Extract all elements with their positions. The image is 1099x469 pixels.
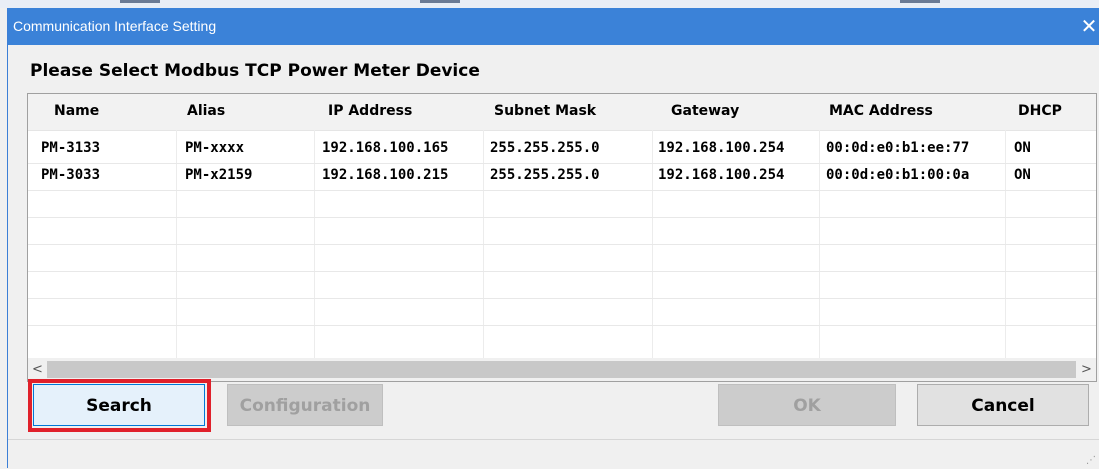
configuration-button[interactable]: Configuration bbox=[227, 384, 383, 426]
table-header: Name Alias IP Address Subnet Mask Gatewa… bbox=[28, 94, 1096, 131]
empty-row bbox=[28, 244, 1096, 272]
column-header-mac-address[interactable]: MAC Address bbox=[829, 103, 933, 119]
background-mark bbox=[900, 0, 940, 3]
column-header-alias[interactable]: Alias bbox=[187, 103, 225, 119]
scroll-thumb[interactable] bbox=[47, 361, 1076, 378]
cell-subnet-mask: 255.255.255.0 bbox=[490, 140, 600, 156]
close-icon[interactable]: ✕ bbox=[1078, 8, 1099, 45]
cell-alias: PM-x2159 bbox=[185, 167, 253, 183]
cell-alias: PM-xxxx bbox=[185, 140, 245, 156]
cell-mac-address: 00:0d:e0:b1:00:0a bbox=[826, 167, 970, 183]
background-window-strip bbox=[0, 0, 1099, 8]
cell-gateway: 192.168.100.254 bbox=[658, 140, 785, 156]
resize-grip-icon[interactable]: ⋰ bbox=[1086, 455, 1096, 466]
empty-row bbox=[28, 271, 1096, 299]
background-mark bbox=[120, 0, 160, 3]
empty-row bbox=[28, 217, 1096, 245]
cell-dhcp: ON bbox=[1014, 167, 1031, 183]
table-row[interactable]: PM-3033 PM-x2159 192.168.100.215 255.255… bbox=[28, 163, 1096, 191]
cell-mac-address: 00:0d:e0:b1:ee:77 bbox=[826, 140, 970, 156]
status-bar: ⋰ bbox=[8, 439, 1099, 469]
column-header-subnet-mask[interactable]: Subnet Mask bbox=[494, 103, 596, 119]
search-highlight-box bbox=[28, 379, 211, 432]
cell-dhcp: ON bbox=[1014, 140, 1031, 156]
cell-name: PM-3133 bbox=[41, 140, 101, 156]
cell-ip-address: 192.168.100.215 bbox=[322, 167, 449, 183]
cancel-button[interactable]: Cancel bbox=[917, 384, 1089, 426]
column-header-ip-address[interactable]: IP Address bbox=[328, 103, 412, 119]
window-title: Communication Interface Setting bbox=[13, 18, 217, 34]
ok-button[interactable]: OK bbox=[718, 384, 896, 426]
table-row[interactable]: PM-3133 PM-xxxx 192.168.100.165 255.255.… bbox=[28, 136, 1096, 164]
device-table[interactable]: Name Alias IP Address Subnet Mask Gatewa… bbox=[27, 93, 1097, 382]
column-header-gateway[interactable]: Gateway bbox=[671, 103, 739, 119]
column-header-dhcp[interactable]: DHCP bbox=[1018, 103, 1062, 119]
cell-gateway: 192.168.100.254 bbox=[658, 167, 785, 183]
column-header-name[interactable]: Name bbox=[54, 103, 99, 119]
scroll-left-icon[interactable]: < bbox=[29, 360, 46, 379]
dialog-window: Communication Interface Setting ✕ Please… bbox=[7, 8, 1099, 469]
empty-row bbox=[28, 298, 1096, 326]
empty-row bbox=[28, 190, 1096, 218]
cell-subnet-mask: 255.255.255.0 bbox=[490, 167, 600, 183]
background-mark bbox=[420, 0, 460, 3]
cell-ip-address: 192.168.100.165 bbox=[322, 140, 449, 156]
horizontal-scrollbar[interactable]: < > bbox=[28, 358, 1096, 381]
device-list-heading: Please Select Modbus TCP Power Meter Dev… bbox=[30, 61, 480, 81]
cell-name: PM-3033 bbox=[41, 167, 101, 183]
title-bar[interactable]: Communication Interface Setting ✕ bbox=[8, 8, 1099, 45]
scroll-right-icon[interactable]: > bbox=[1078, 360, 1095, 379]
